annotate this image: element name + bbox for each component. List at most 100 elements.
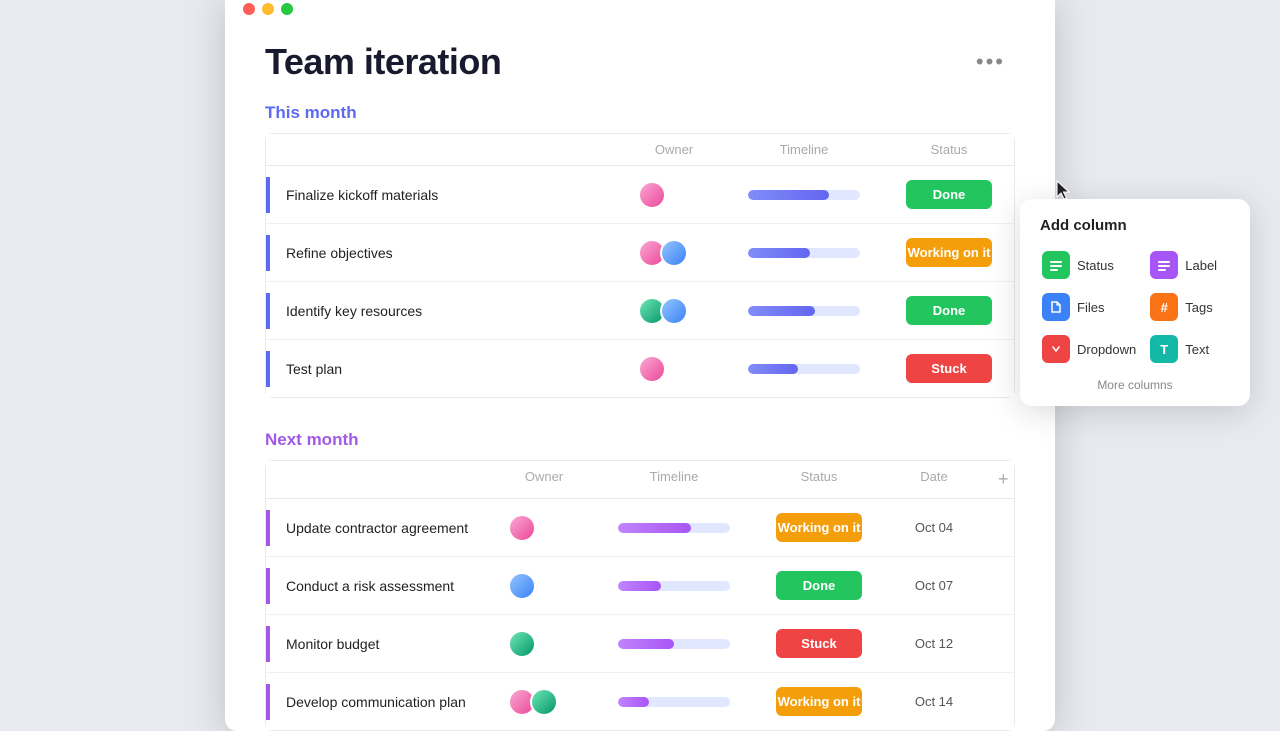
col-option-tags[interactable]: # Tags	[1148, 290, 1230, 324]
this-month-section: This month Owner Timeline Status Finaliz…	[225, 93, 1055, 398]
table-row: Update contractor agreement Working on i…	[266, 499, 1014, 557]
date-cell: Oct 07	[884, 568, 984, 603]
add-column-button[interactable]: +	[984, 461, 1014, 498]
status-cell: Done	[884, 166, 1014, 223]
th-status: Status	[884, 134, 1014, 165]
col-option-label[interactable]: Label	[1148, 248, 1230, 282]
column-options-grid: Status Label Files # Tags	[1040, 248, 1230, 366]
owner-cell	[494, 678, 594, 726]
status-badge: Working on it	[776, 687, 862, 716]
timeline-cell	[594, 513, 754, 543]
date-cell: Oct 12	[884, 626, 984, 661]
table-row: Identify key resources Done	[266, 282, 1014, 340]
col-option-status[interactable]: Status	[1040, 248, 1138, 282]
th-owner: Owner	[494, 461, 594, 498]
th-status: Status	[754, 461, 884, 498]
col-option-label: Text	[1185, 342, 1209, 357]
status-badge: Stuck	[906, 354, 992, 383]
col-option-label: Status	[1077, 258, 1114, 273]
files-icon	[1042, 293, 1070, 321]
avatar	[508, 572, 536, 600]
status-cell: Stuck	[754, 615, 884, 672]
empty-cell	[984, 692, 1014, 712]
status-cell: Working on it	[884, 224, 1014, 281]
owner-cell	[624, 229, 724, 277]
status-badge: Done	[776, 571, 862, 600]
avatar	[660, 239, 688, 267]
col-option-dropdown[interactable]: Dropdown	[1040, 332, 1138, 366]
next-month-table: Owner Timeline Status Date + Update cont…	[265, 460, 1015, 731]
avatar	[530, 688, 558, 716]
this-month-header: Owner Timeline Status	[266, 134, 1014, 166]
owner-cell	[494, 504, 594, 552]
task-name: Develop communication plan	[266, 684, 494, 720]
task-name: Finalize kickoff materials	[266, 177, 624, 213]
th-timeline: Timeline	[724, 134, 884, 165]
avatar	[638, 355, 666, 383]
this-month-title: This month	[265, 103, 1015, 123]
status-cell: Done	[754, 557, 884, 614]
status-badge: Stuck	[776, 629, 862, 658]
status-icon	[1042, 251, 1070, 279]
empty-cell	[984, 576, 1014, 596]
status-badge: Done	[906, 296, 992, 325]
app-window: Team iteration ••• This month Owner Time…	[225, 0, 1055, 731]
timeline-cell	[594, 571, 754, 601]
this-month-table: Owner Timeline Status Finalize kickoff m…	[265, 133, 1015, 398]
th-date: Date	[884, 461, 984, 498]
task-name: Monitor budget	[266, 626, 494, 662]
cursor	[1055, 179, 1075, 199]
status-cell: Working on it	[754, 499, 884, 556]
status-badge: Working on it	[776, 513, 862, 542]
empty-cell	[984, 518, 1014, 538]
date-cell: Oct 14	[884, 684, 984, 719]
page-header: Team iteration •••	[225, 23, 1055, 93]
owner-cell	[494, 620, 594, 668]
timeline-cell	[594, 687, 754, 717]
task-name: Conduct a risk assessment	[266, 568, 494, 604]
th-timeline: Timeline	[594, 461, 754, 498]
tags-icon: #	[1150, 293, 1178, 321]
status-cell: Done	[884, 282, 1014, 339]
table-row: Test plan Stuck	[266, 340, 1014, 397]
timeline-cell	[724, 296, 884, 326]
table-row: Develop communication plan Working on it…	[266, 673, 1014, 730]
col-option-label: Tags	[1185, 300, 1212, 315]
label-icon	[1150, 251, 1178, 279]
col-option-label: Dropdown	[1077, 342, 1136, 357]
th-task	[266, 134, 624, 165]
more-button[interactable]: •••	[966, 45, 1015, 79]
owner-cell	[624, 345, 724, 393]
status-badge: Working on it	[906, 238, 992, 267]
dropdown-icon	[1042, 335, 1070, 363]
avatar	[660, 297, 688, 325]
owner-cell	[624, 171, 724, 219]
table-row: Refine objectives Working on it	[266, 224, 1014, 282]
avatar	[638, 181, 666, 209]
task-name: Test plan	[266, 351, 624, 387]
table-row: Finalize kickoff materials Done	[266, 166, 1014, 224]
table-row: Monitor budget Stuck Oct 12	[266, 615, 1014, 673]
add-column-title: Add column	[1040, 217, 1230, 234]
timeline-cell	[724, 354, 884, 384]
timeline-cell	[594, 629, 754, 659]
task-name: Refine objectives	[266, 235, 624, 271]
empty-cell	[984, 634, 1014, 654]
page-title: Team iteration	[265, 41, 501, 83]
more-columns-link[interactable]: More columns	[1040, 378, 1230, 392]
col-option-files[interactable]: Files	[1040, 290, 1138, 324]
col-option-label: Label	[1185, 258, 1217, 273]
owner-cell	[494, 562, 594, 610]
dot-yellow[interactable]	[262, 3, 274, 15]
col-option-text[interactable]: T Text	[1148, 332, 1230, 366]
th-owner: Owner	[624, 134, 724, 165]
owner-cell	[624, 287, 724, 335]
status-cell: Working on it	[754, 673, 884, 730]
timeline-cell	[724, 180, 884, 210]
status-cell: Stuck	[884, 340, 1014, 397]
task-name: Identify key resources	[266, 293, 624, 329]
next-month-header: Owner Timeline Status Date +	[266, 461, 1014, 499]
dot-green[interactable]	[281, 3, 293, 15]
date-cell: Oct 04	[884, 510, 984, 545]
dot-red[interactable]	[243, 3, 255, 15]
